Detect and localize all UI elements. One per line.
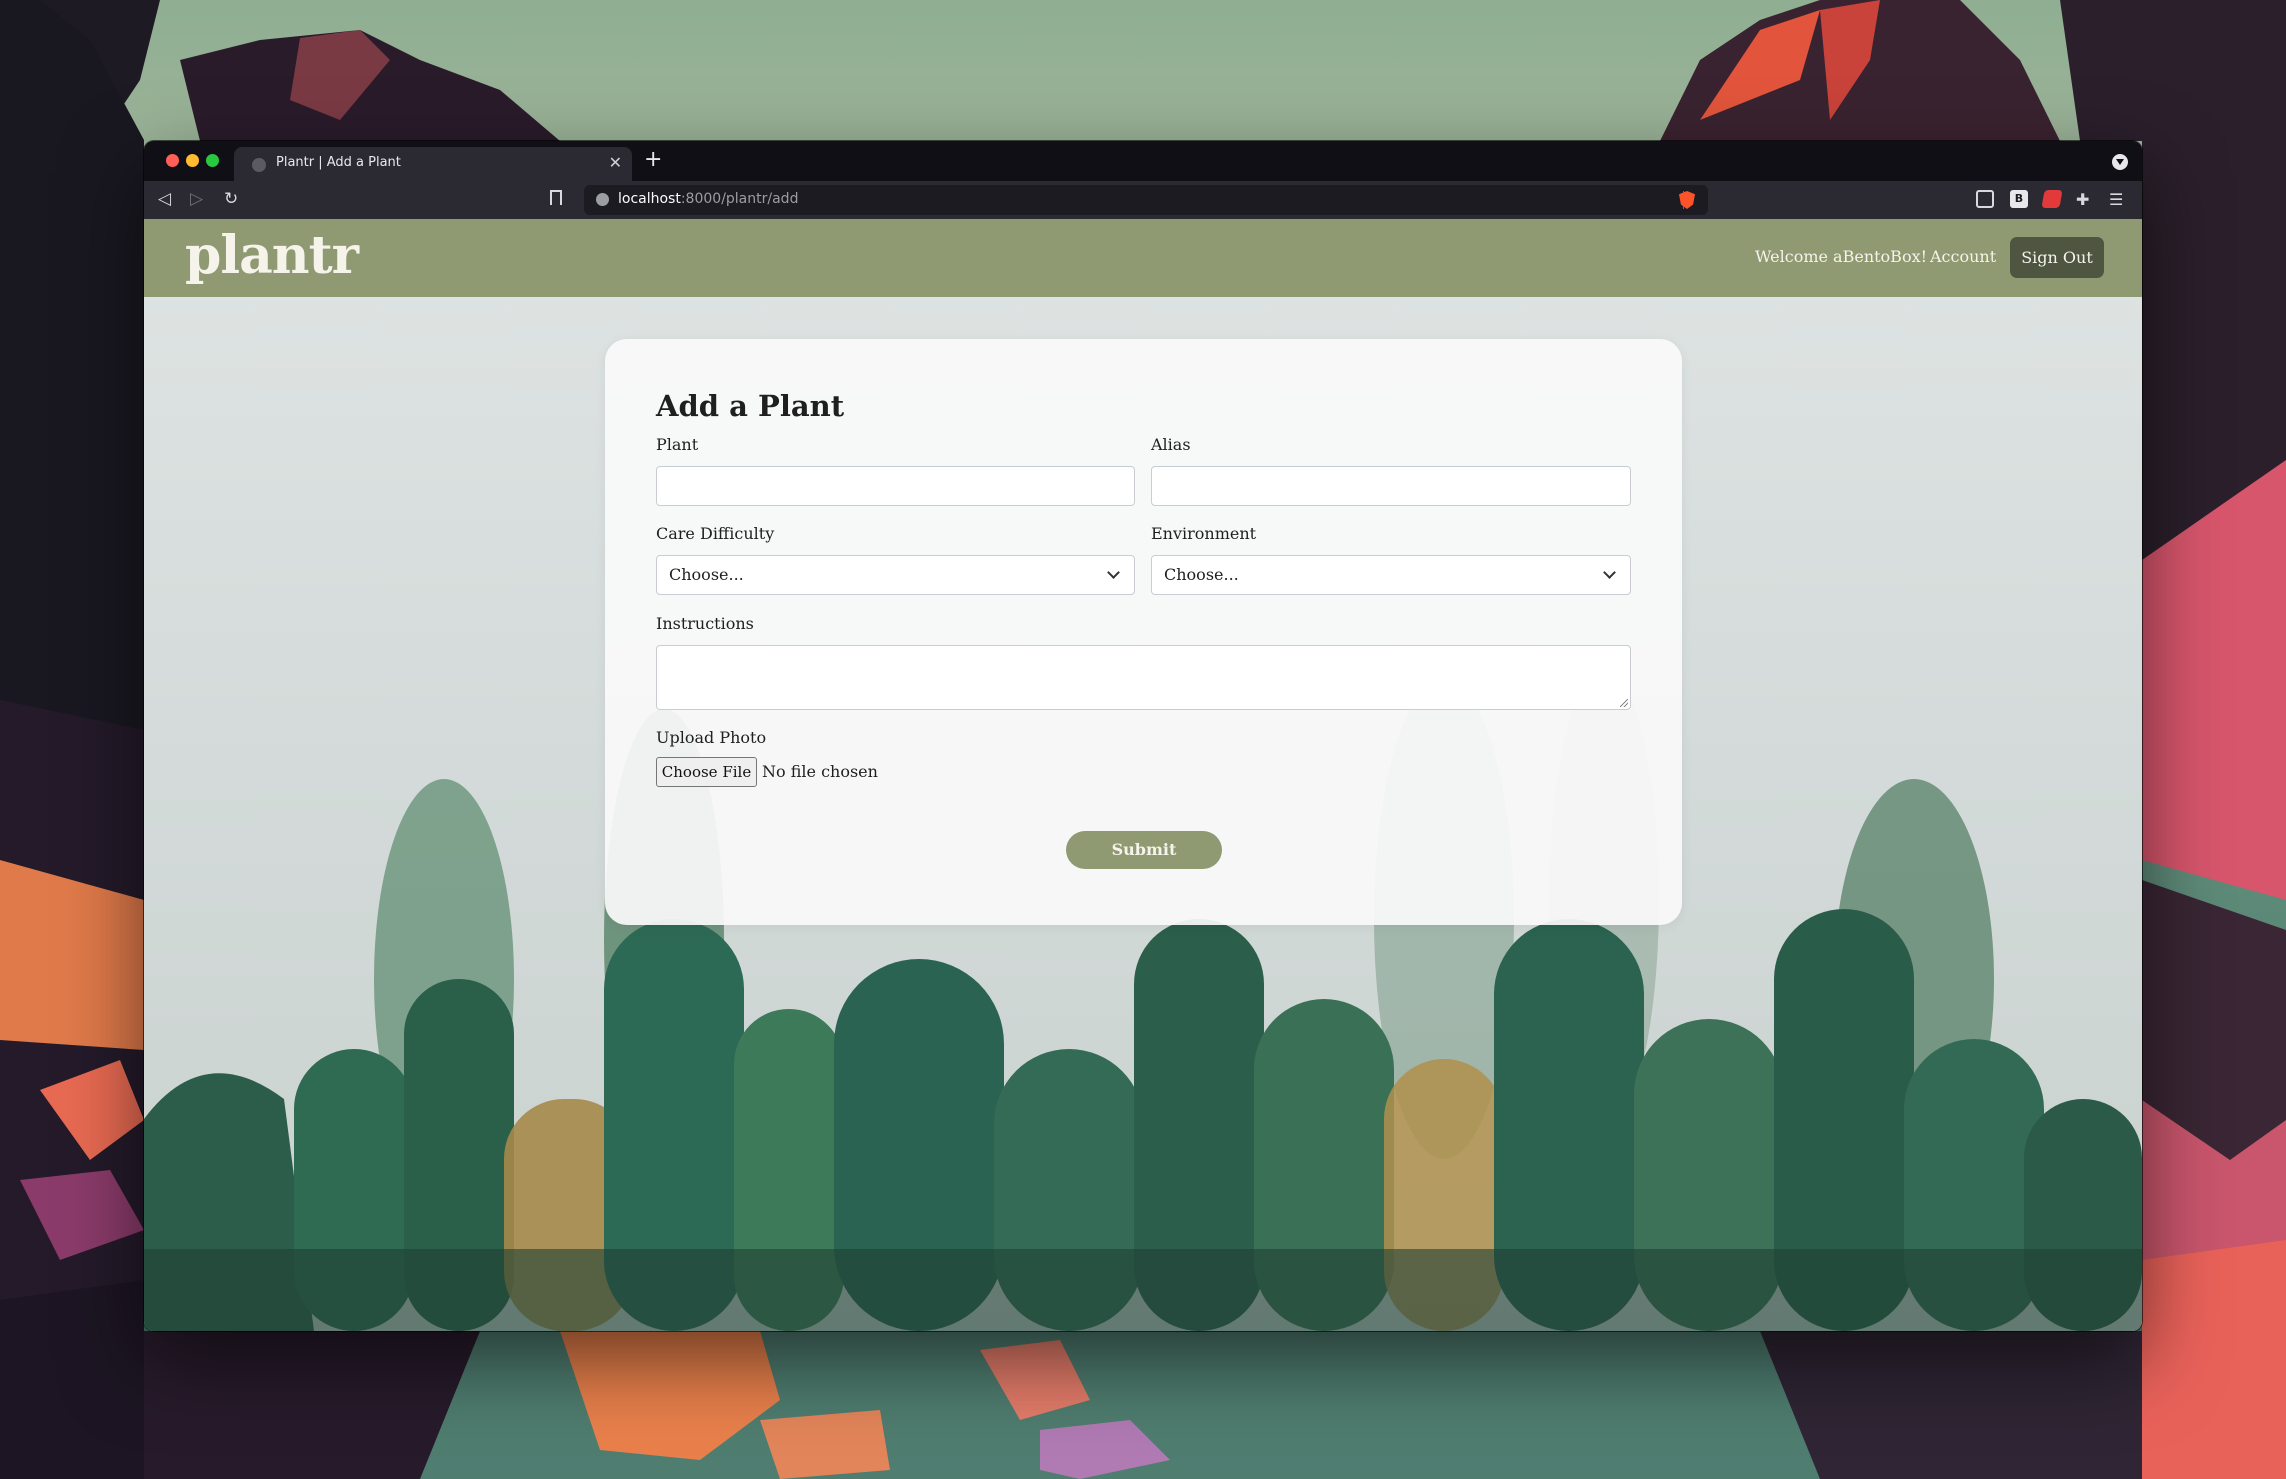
- alias-label: Alias: [1151, 435, 1191, 454]
- close-tab-icon[interactable]: ✕: [609, 153, 622, 172]
- chevron-down-icon: [1107, 566, 1120, 579]
- reload-icon[interactable]: ↻: [224, 189, 238, 209]
- new-tab-button[interactable]: +: [644, 147, 662, 172]
- plant-input[interactable]: [656, 466, 1135, 506]
- extensions-puzzle-icon[interactable]: ✚: [2076, 190, 2094, 209]
- site-navbar: plantr Welcome aBentoBox! Account Sign O…: [144, 219, 2142, 297]
- globe-icon: [252, 158, 266, 172]
- resize-handle-icon[interactable]: [1620, 699, 1628, 707]
- browser-window: Plantr | Add a Plant ✕ + ◁ ▷ ↻ localhost…: [144, 141, 2142, 1331]
- plantr-logo[interactable]: plantr: [185, 225, 359, 286]
- tab-active[interactable]: Plantr | Add a Plant ✕: [234, 147, 632, 181]
- care-difficulty-value: Choose...: [669, 565, 744, 584]
- url-text[interactable]: localhost:8000/plantr/add: [618, 191, 798, 207]
- instructions-label: Instructions: [656, 614, 754, 633]
- site-info-icon[interactable]: [596, 193, 609, 206]
- maximize-window-button[interactable]: [206, 154, 219, 167]
- extension-b-icon[interactable]: B: [2010, 190, 2028, 208]
- environment-select[interactable]: Choose...: [1151, 555, 1631, 595]
- upload-photo-label: Upload Photo: [656, 728, 767, 747]
- care-difficulty-label: Care Difficulty: [656, 524, 775, 543]
- back-arrow-icon[interactable]: ◁: [158, 189, 171, 209]
- form-title: Add a Plant: [656, 389, 845, 423]
- care-difficulty-select[interactable]: Choose...: [656, 555, 1135, 595]
- sidebar-toggle-icon[interactable]: [1976, 190, 1994, 208]
- account-link[interactable]: Account: [1930, 247, 1996, 266]
- file-status-text: No file chosen: [762, 762, 878, 781]
- alias-input[interactable]: [1151, 466, 1631, 506]
- choose-file-button[interactable]: Choose File: [656, 757, 757, 787]
- close-window-button[interactable]: [166, 154, 179, 167]
- chevron-down-icon: [1603, 566, 1616, 579]
- environment-value: Choose...: [1164, 565, 1239, 584]
- instructions-textarea[interactable]: [656, 645, 1631, 710]
- tab-bar: Plantr | Add a Plant ✕ +: [144, 141, 2142, 181]
- address-bar[interactable]: localhost:8000/plantr/add: [584, 185, 1708, 215]
- extension-red-icon[interactable]: [2041, 190, 2063, 208]
- plant-label: Plant: [656, 435, 699, 454]
- page-viewport: plantr Welcome aBentoBox! Account Sign O…: [144, 219, 2142, 1331]
- profile-menu-icon[interactable]: [2112, 154, 2128, 170]
- tab-title: Plantr | Add a Plant: [276, 155, 401, 170]
- minimize-window-button[interactable]: [186, 154, 199, 167]
- submit-button[interactable]: Submit: [1066, 831, 1222, 869]
- url-path: :8000/plantr/add: [680, 191, 799, 207]
- forward-arrow-icon[interactable]: ▷: [190, 189, 203, 209]
- bookmark-icon[interactable]: [550, 190, 562, 205]
- welcome-message: Welcome aBentoBox!: [1755, 247, 1928, 266]
- url-host: localhost: [618, 191, 681, 207]
- add-plant-form: Add a Plant Plant Alias Care Difficulty …: [605, 339, 1682, 925]
- sign-out-button[interactable]: Sign Out: [2010, 237, 2104, 278]
- browser-menu-icon[interactable]: ☰: [2109, 190, 2127, 209]
- browser-toolbar: ◁ ▷ ↻ localhost:8000/plantr/add: [144, 181, 2142, 219]
- environment-label: Environment: [1151, 524, 1257, 543]
